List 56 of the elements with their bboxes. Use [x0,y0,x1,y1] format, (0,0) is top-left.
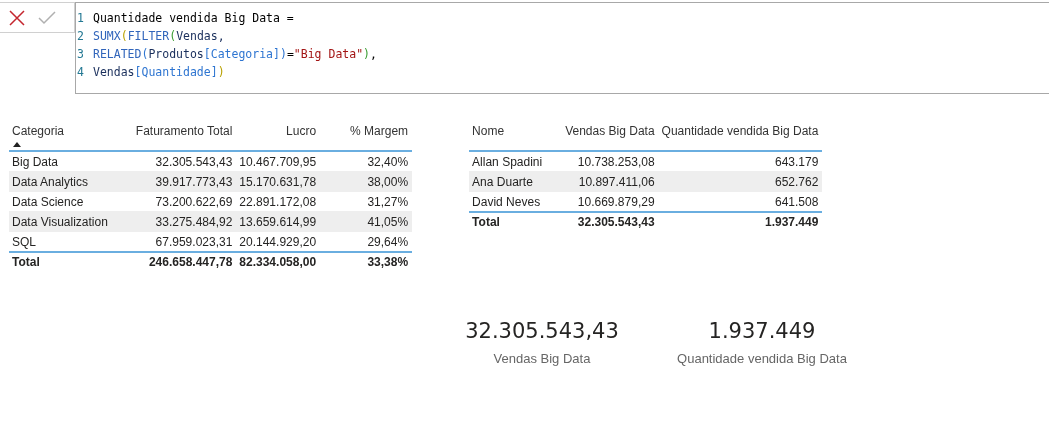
table-cell: 29,64% [320,231,413,252]
table-cell: 38,00% [320,171,413,192]
column-header[interactable]: Vendas Big Data [565,124,655,138]
line-number: 4 [77,64,85,81]
card-label: Vendas Big Data [493,351,591,366]
table-cell: 13.659.614,99 [236,211,321,232]
total-cell: 82.334.058,00 [236,252,321,271]
card-value: 32.305.543,43 [465,319,619,343]
total-cell: 1.937.449 [658,212,823,231]
table-cell: 10.669.879,29 [562,191,659,212]
table-cell: Big Data [9,151,112,172]
table-cell: 32.305.543,43 [111,151,237,172]
table-cell: Data Science [9,191,112,212]
column-header[interactable]: Faturamento Total [135,124,233,138]
table-cell: 73.200.622,69 [111,191,237,212]
total-cell: 32.305.543,43 [562,212,659,231]
total-cell: 33,38% [320,252,413,271]
sort-ascending-icon[interactable] [13,142,21,147]
checkmark-icon[interactable] [38,10,56,25]
table-cell: 15.170.631,78 [236,171,321,192]
close-icon[interactable] [9,9,25,26]
table-cell: Data Analytics [9,171,112,192]
table-cell: Data Visualization [9,211,112,232]
table-cell: 641.508 [658,191,823,212]
line-number: 3 [77,46,85,63]
table-cell: 67.959.023,31 [111,231,237,252]
card-value: 1.937.449 [708,319,816,343]
code-line: RELATED(Produtos[Categoria])="Big Data"), [93,46,377,63]
column-header[interactable]: % Margem [350,124,409,138]
line-number: 1 [77,10,85,27]
total-cell: Total [469,212,563,231]
table-cell: 10.897.411,06 [562,171,659,192]
formula-editor[interactable]: 1 Quantidade vendida Big Data = 2 SUMX(FILTER(Vendas, 3 RELATED(Produtos[Categoria])="Big Data"), 4 Vendas[Quantidade]) [75,2,1049,94]
card-label: Quantidade vendida Big Data [677,351,847,366]
table-cell: 22.891.172,08 [236,191,321,212]
code-line: SUMX(FILTER(Vendas, [93,28,225,45]
total-cell: Total [9,252,112,271]
total-cell: 246.658.447,78 [111,252,237,271]
table-cell: 31,27% [320,191,413,212]
table-cell: David Neves [469,191,563,212]
table-cell: 10.738.253,08 [562,151,659,172]
line-number: 2 [77,28,85,45]
column-header[interactable]: Lucro [286,124,317,138]
column-header[interactable]: Nome [472,124,505,138]
table-cell: Ana Duarte [469,171,563,192]
table-cell: 41,05% [320,211,413,232]
code-line: Quantidade vendida Big Data = [93,10,294,27]
table-cell: SQL [9,231,112,252]
table-cell: 643.179 [658,151,823,172]
table-cell: 32,40% [320,151,413,172]
code-line: Vendas[Quantidade]) [93,64,225,81]
column-header[interactable]: Quantidade vendida Big Data [661,124,819,138]
table-cell: 20.144.929,20 [236,231,321,252]
table-cell: 10.467.709,95 [236,151,321,172]
column-header[interactable]: Categoria [12,124,65,138]
table-cell: Allan Spadini [469,151,563,172]
